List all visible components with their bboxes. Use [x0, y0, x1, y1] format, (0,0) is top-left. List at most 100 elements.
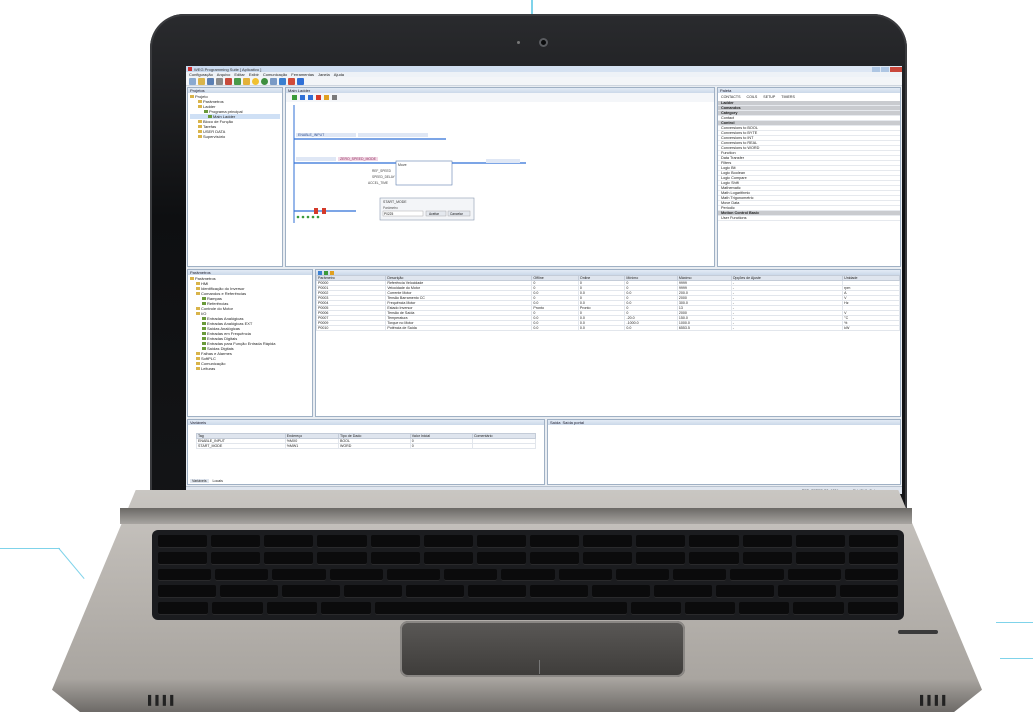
keyboard-key — [158, 585, 216, 599]
stop-icon[interactable] — [288, 78, 295, 85]
keyboard-key — [529, 551, 580, 565]
maximize-button[interactable] — [881, 66, 889, 72]
download-icon[interactable] — [261, 78, 268, 85]
read-icon[interactable] — [324, 270, 328, 275]
keyboard-key — [266, 602, 317, 615]
keyboard-key — [795, 535, 845, 548]
rung-1-block-b[interactable] — [358, 133, 428, 137]
palette-column[interactable]: COILS — [747, 95, 758, 99]
rung-1-label: ENABLE_INPUT — [298, 133, 325, 137]
laptop-screen: WEG Programming Suite [ Aplicativo ] Con… — [186, 66, 902, 494]
cyan-line-right2 — [1000, 658, 1033, 659]
keyboard-key — [730, 568, 784, 582]
output-tab[interactable]: Saída — [550, 420, 560, 425]
rung-3-contact[interactable] — [314, 208, 318, 214]
touchpad-divider — [539, 660, 540, 674]
window-controls — [872, 66, 902, 72]
write-icon[interactable] — [330, 270, 334, 275]
contact-tool-icon[interactable] — [300, 95, 305, 100]
monitor-icon[interactable] — [270, 78, 277, 85]
palette-column[interactable]: TIMERS — [781, 95, 795, 99]
table-row[interactable]: START_MODE %MW1 WORD 0 — [196, 443, 537, 449]
new-icon[interactable] — [189, 78, 196, 85]
open-icon[interactable] — [198, 78, 205, 85]
palette-list: Ladder Comandos Category Contact Control… — [718, 101, 900, 221]
cyan-line-left — [0, 548, 60, 549]
keyboard-row — [158, 535, 898, 548]
rung-3-contact[interactable] — [322, 208, 326, 214]
palette-column[interactable]: CONTACTS — [721, 95, 741, 99]
folder-icon — [198, 130, 202, 133]
palette-column[interactable]: SETUP — [763, 95, 775, 99]
table-cell: 0 — [409, 443, 473, 449]
keyboard-key — [406, 585, 464, 599]
palette-panel: Paleta CONTACTS COILS SETUP TIMERS Ladde… — [717, 87, 901, 267]
keyboard-key — [370, 535, 420, 548]
output-header: Saída Saída portal — [548, 420, 900, 425]
keyboard-key — [317, 535, 367, 548]
compile-icon[interactable] — [252, 78, 259, 85]
contact-status-icon — [316, 215, 320, 219]
laptop-hinge — [120, 508, 912, 524]
folder-icon — [198, 125, 202, 128]
folder-icon — [198, 135, 202, 138]
print-icon[interactable] — [216, 78, 223, 85]
palette-item[interactable]: User Functions — [718, 216, 900, 221]
close-button[interactable] — [890, 66, 902, 72]
keyboard-key — [423, 535, 473, 548]
coil-tool-icon[interactable] — [308, 95, 313, 100]
palette-title: Paleta — [720, 88, 732, 93]
keyboard-key — [370, 551, 420, 565]
folder-icon — [198, 105, 202, 108]
variables-tab[interactable]: Variáveis — [190, 479, 209, 483]
status-light — [898, 630, 938, 634]
keyboard — [152, 530, 904, 620]
keyboard-key — [739, 602, 790, 615]
delete-tool-icon[interactable] — [316, 95, 321, 100]
copy-icon[interactable] — [234, 78, 241, 85]
variables-footer-tabs: Variáveis Locais — [190, 479, 223, 483]
app-icon — [188, 67, 192, 71]
keyboard-key — [654, 585, 712, 599]
minimize-button[interactable] — [872, 66, 880, 72]
laptop-photo: WEG Programming Suite [ Aplicativo ] Con… — [0, 0, 1033, 722]
webcam — [539, 38, 548, 47]
keyboard-key — [742, 551, 792, 565]
tree-item-label: I/O — [201, 311, 207, 316]
keyboard-key — [272, 568, 326, 582]
cut-icon[interactable] — [225, 78, 232, 85]
keyboard-key — [344, 585, 402, 599]
contact-status-icon — [301, 215, 305, 219]
keyboard-key — [716, 585, 774, 599]
rung-2-block[interactable] — [296, 157, 336, 161]
ladder-canvas[interactable]: ENABLE_INPUT ZERO_SPEED_MODE Move REF_SP… — [286, 93, 715, 267]
keyboard-key — [211, 551, 261, 565]
popup-field-value: P0225 — [384, 212, 393, 216]
folder-icon — [190, 277, 194, 280]
document-icon — [208, 115, 212, 118]
refresh-icon[interactable] — [318, 270, 322, 275]
tree-item[interactable]: Leituras — [190, 366, 310, 371]
add-rung-icon[interactable] — [292, 95, 297, 100]
keyboard-key — [558, 568, 612, 582]
keyboard-row — [158, 602, 898, 615]
run-icon[interactable] — [279, 78, 286, 85]
block-tool-icon[interactable] — [324, 95, 329, 100]
tree-item[interactable]: Supervisório — [190, 134, 280, 139]
keyboard-key — [689, 551, 739, 565]
tree-item-label: Supervisório — [203, 134, 226, 139]
document-icon — [202, 347, 206, 350]
zoom-tool-icon[interactable] — [332, 95, 337, 100]
locals-tab[interactable]: Locais — [213, 479, 223, 483]
window-title: WEG Programming Suite [ Aplicativo ] — [194, 66, 262, 72]
rung-2-output-block[interactable] — [486, 159, 520, 163]
table-cell: 0.0 — [577, 325, 626, 331]
keyboard-key — [793, 602, 844, 615]
save-icon[interactable] — [207, 78, 214, 85]
table-cell: START_MODE — [196, 443, 286, 449]
document-icon — [204, 110, 208, 113]
paste-icon[interactable] — [243, 78, 250, 85]
table-row[interactable]: P0010 Potência de Saída 0.0 0.0 0.0 6553.5- kW — [316, 325, 900, 331]
output-tab[interactable]: Saída portal — [562, 420, 584, 425]
add-icon[interactable] — [297, 78, 304, 85]
